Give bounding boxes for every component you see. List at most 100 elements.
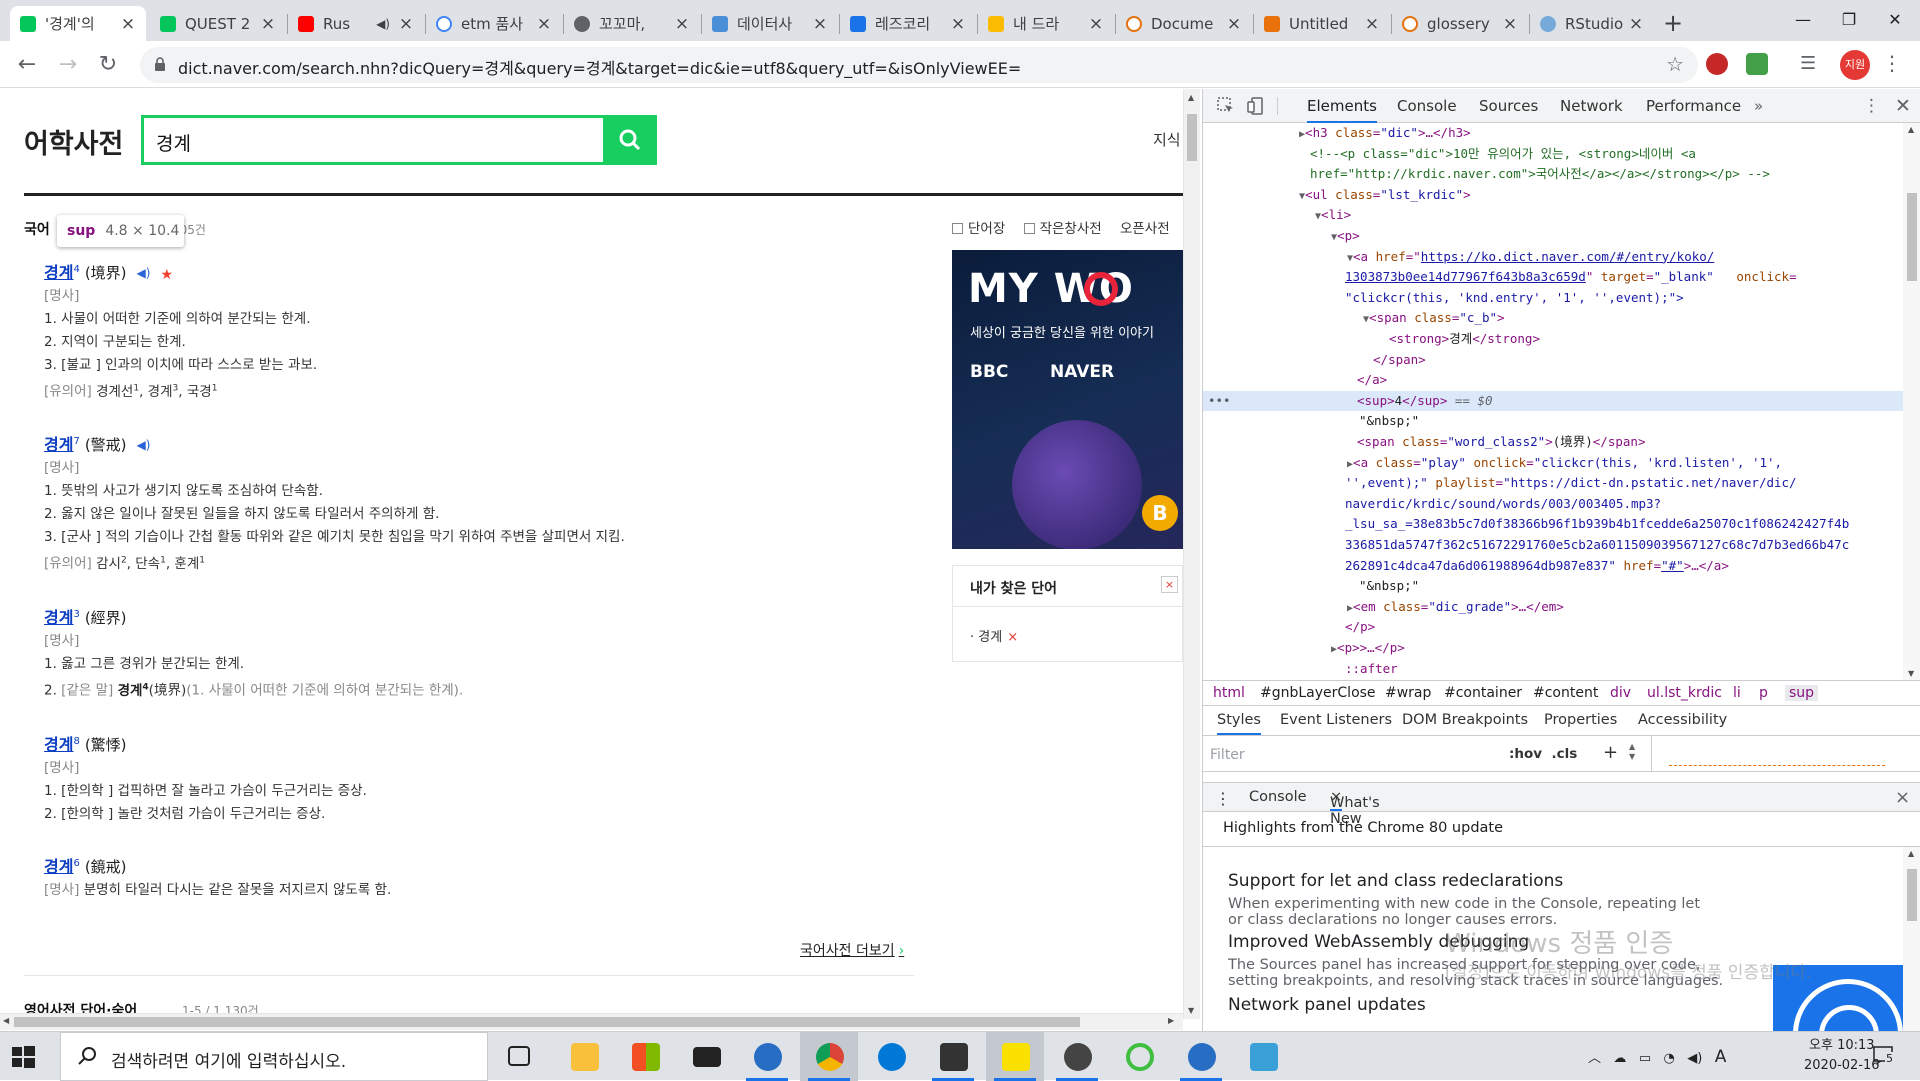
close-icon[interactable]: × (260, 14, 276, 34)
dom-node[interactable]: ▶<em class="dic_grade">…</em> (1203, 597, 1903, 618)
tab-sources[interactable]: Sources (1479, 89, 1538, 123)
tab-data[interactable]: 데이터사 × (702, 6, 838, 41)
dom-node[interactable]: ▼<p> (1203, 226, 1903, 247)
dom-node[interactable]: ▼<span class="c_b"> (1203, 308, 1903, 329)
open-dictionary-link[interactable]: 오픈사전 (1120, 221, 1170, 237)
taskbar-app[interactable] (1048, 1032, 1106, 1081)
entry-word-link[interactable]: 경계 (44, 731, 73, 755)
crumb[interactable]: #container (1444, 685, 1522, 701)
dom-tree-scrollbar[interactable]: ▲ ▼ (1903, 123, 1920, 680)
synonym-link[interactable]: , 단속1 (127, 555, 166, 572)
tab-youtube[interactable]: Rus ◀) × (288, 6, 424, 41)
tab-quest[interactable]: QUEST 2 × (150, 6, 286, 41)
devtools-menu-icon[interactable]: ⋮ (1863, 89, 1880, 123)
tab-naver-dictionary[interactable]: '경계'의 × (10, 6, 146, 41)
close-icon[interactable]: × (674, 14, 690, 34)
dom-node[interactable]: </a> (1203, 370, 1903, 391)
search-input[interactable]: 경계 (141, 115, 657, 165)
forward-button[interactable]: → (54, 51, 82, 79)
tab-console[interactable]: Console (1397, 89, 1457, 123)
taskbar-edge[interactable] (862, 1032, 920, 1081)
profile-avatar[interactable]: 지원 (1840, 50, 1870, 80)
crumb[interactable]: ul.lst_krdic (1647, 685, 1722, 701)
onedrive-icon[interactable]: ☁ (1613, 1051, 1626, 1066)
chrome-menu-icon[interactable]: ⋮ (1882, 51, 1902, 75)
tab-elements[interactable]: Elements (1307, 89, 1377, 123)
minimize-button[interactable]: — (1780, 4, 1826, 36)
drawer-tab-console[interactable]: Console (1249, 789, 1307, 805)
tab-network[interactable]: Network (1560, 89, 1623, 123)
page-horizontal-scrollbar[interactable]: ◀ ▶ (0, 1013, 1183, 1030)
system-clock[interactable]: 오후 10:13 2020-02-16 (1804, 1036, 1880, 1076)
extension-icon[interactable] (1706, 53, 1728, 75)
knowledge-link[interactable]: 지식 (1153, 129, 1181, 150)
synonym-link[interactable]: 경계선1 (96, 383, 139, 400)
taskbar-mail[interactable] (677, 1032, 735, 1081)
dom-node[interactable]: <span class="word_class2">(境界)</span> (1203, 432, 1903, 453)
dom-attr-continuation[interactable]: _lsu_sa_=38e83b5c7d0f38366b96f1b939b4b1f… (1203, 514, 1903, 535)
close-icon[interactable]: × (1088, 14, 1104, 34)
close-icon[interactable]: × (1628, 14, 1644, 34)
new-style-rule-button[interactable]: + (1603, 742, 1618, 763)
dom-comment[interactable]: <!--<p class="dic">10만 유의어가 있는, <strong>… (1203, 144, 1903, 165)
more-dictionary-link[interactable]: 국어사전 더보기 › (800, 940, 904, 960)
tab-rstudio[interactable]: RStudio × (1530, 6, 1654, 41)
close-icon[interactable]: × (1161, 576, 1178, 593)
crumb[interactable]: #content (1533, 685, 1598, 701)
wifi-icon[interactable]: ◔ (1664, 1051, 1675, 1066)
synonym-link[interactable]: 감시2 (96, 555, 127, 572)
dom-attr-continuation[interactable]: 1303873b0ee14d77967f643b8a3c659d" target… (1203, 267, 1903, 288)
dom-node[interactable]: ▶<p>>…</p> (1203, 638, 1903, 659)
crumb[interactable]: #gnbLayerClose (1260, 685, 1376, 701)
tab-kkma[interactable]: 꼬꼬마, × (564, 6, 700, 41)
dom-node[interactable]: ▶<h3 class="dic">…</h3> (1203, 123, 1903, 144)
pronunciation-speaker-icon[interactable]: ◀) (137, 438, 151, 452)
bookmark-star-icon[interactable]: ☆ (1666, 52, 1684, 76)
close-icon[interactable]: × (398, 14, 414, 34)
dictionary-logo[interactable]: 어학사전 (24, 122, 123, 161)
crumb[interactable]: html (1213, 685, 1245, 701)
tab-styles[interactable]: Styles (1217, 712, 1261, 735)
dom-attr-continuation[interactable]: 336851da5747f362c51672291760e5cb2a601150… (1203, 535, 1903, 556)
taskbar-chrome[interactable] (800, 1032, 858, 1081)
close-icon[interactable]: × (812, 14, 828, 34)
volume-icon[interactable]: ◀) (1687, 1051, 1702, 1066)
remove-icon[interactable]: × (1007, 630, 1018, 645)
close-devtools-icon[interactable]: ✕ (1895, 89, 1911, 123)
tab-dom-breakpoints[interactable]: DOM Breakpoints (1402, 712, 1528, 728)
dom-attr-continuation[interactable]: naverdic/krdic/sound/words/003/003405.mp… (1203, 494, 1903, 515)
scroll-thumb[interactable] (1907, 869, 1917, 921)
synonym-link[interactable]: , 국경1 (178, 383, 217, 400)
task-view-button[interactable] (490, 1032, 548, 1081)
drawer-menu-icon[interactable]: ⋮ (1215, 789, 1231, 808)
new-tab-button[interactable]: + (1658, 8, 1688, 38)
chevron-up-icon[interactable]: ︿ (1588, 1051, 1601, 1066)
hover-state-toggle[interactable]: :hov .cls (1509, 746, 1577, 762)
ime-indicator[interactable]: A (1715, 1047, 1727, 1067)
news-title-link[interactable]: Support for let and class redeclarations (1228, 871, 1563, 891)
close-icon[interactable]: × (1364, 14, 1380, 34)
tab-accessibility[interactable]: Accessibility (1638, 712, 1727, 728)
pronunciation-speaker-icon[interactable]: ◀) (137, 266, 151, 280)
dom-text-node[interactable]: "&nbsp;" (1203, 411, 1903, 432)
recent-word[interactable]: · 경계 × (970, 626, 1018, 645)
taskbar-r[interactable] (738, 1032, 796, 1081)
pane-scroll-arrows[interactable]: ▲ ▼ (1629, 742, 1635, 762)
tab-event-listeners[interactable]: Event Listeners (1280, 712, 1392, 728)
synonym-link[interactable]: , 훈계1 (166, 555, 205, 572)
scroll-thumb[interactable] (14, 1017, 1080, 1027)
notification-icon[interactable]: 5 (1872, 1044, 1894, 1066)
dom-text-node[interactable]: "&nbsp;" (1203, 576, 1903, 597)
close-drawer-icon[interactable]: × (1895, 787, 1910, 808)
taskbar-typora[interactable] (924, 1032, 982, 1081)
dom-comment[interactable]: href="http://krdic.naver.com">국어사전</a></… (1203, 164, 1903, 185)
entry-word-link[interactable]: 경계 (44, 604, 73, 628)
synonym-link[interactable]: , 경계3 (139, 383, 178, 400)
dom-node[interactable]: ▼<ul class="lst_krdic"> (1203, 185, 1903, 206)
dom-node[interactable]: ▼<a href="https://ko.dict.naver.com/#/en… (1203, 247, 1903, 268)
dom-attr-continuation[interactable]: '',event);" playlist="https://dict-dn.ps… (1203, 473, 1903, 494)
dom-node[interactable]: <strong>경계</strong> (1203, 329, 1903, 350)
window-close-button[interactable]: ✕ (1872, 4, 1918, 36)
more-tabs-icon[interactable]: » (1754, 89, 1763, 123)
dom-node[interactable]: ▶<a class="play" onclick="clickcr(this, … (1203, 453, 1903, 474)
